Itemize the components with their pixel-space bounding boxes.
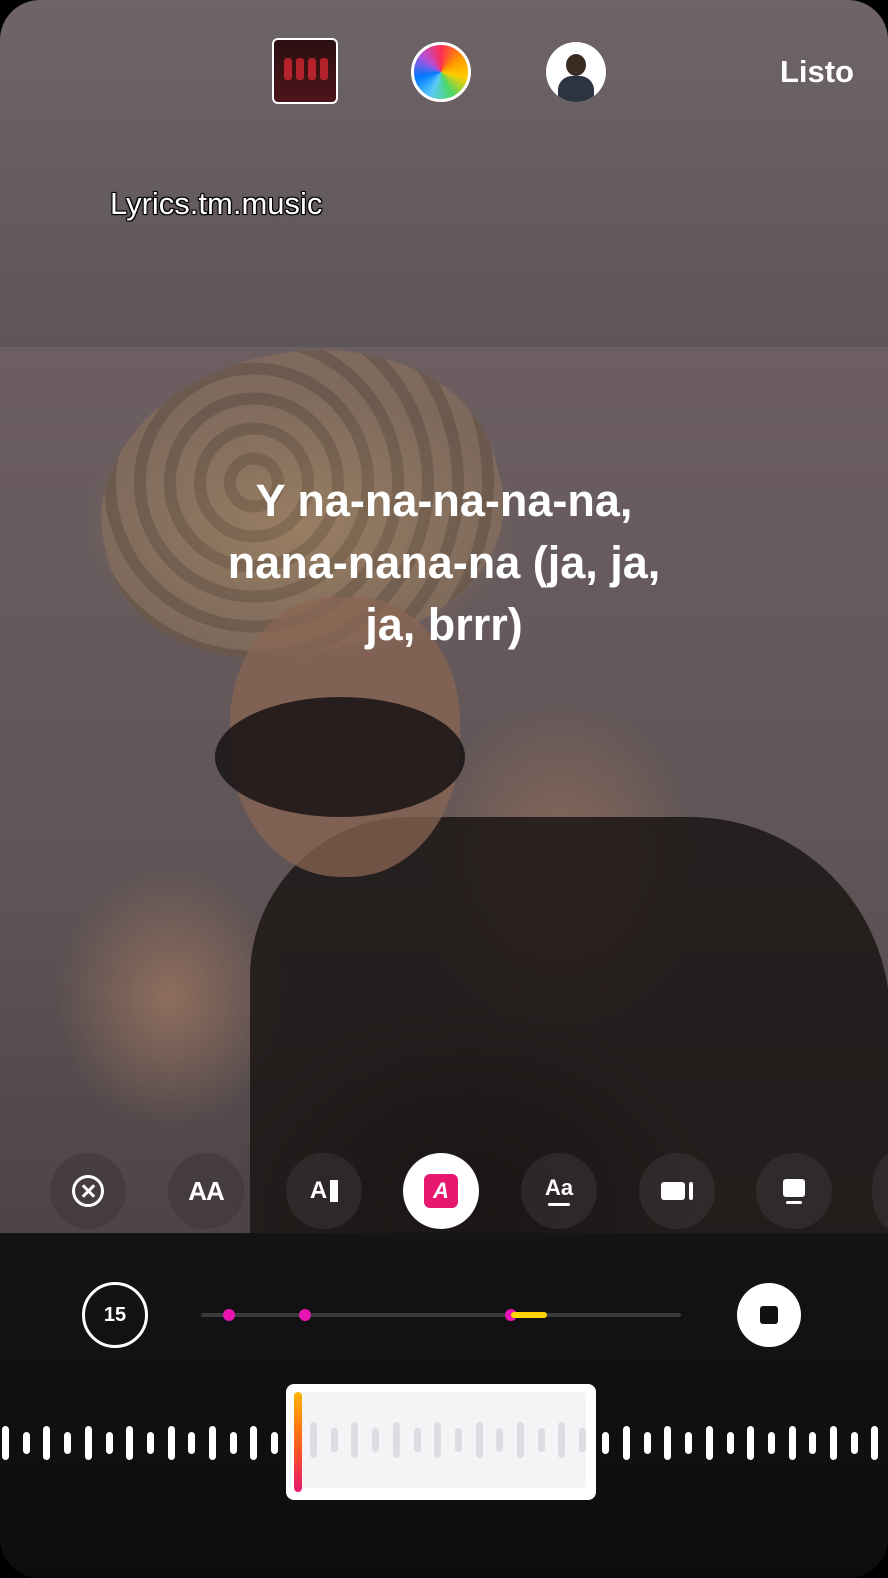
album-art-figure <box>320 58 328 80</box>
selector-waveform-bar <box>434 1422 442 1458</box>
waveform-bar <box>84 1426 92 1460</box>
waveform-bar <box>167 1426 175 1460</box>
credit-text[interactable]: Lyrics.tm.music <box>110 186 322 222</box>
ai-text-button[interactable]: A <box>286 1153 362 1229</box>
waveform-bar <box>271 1432 279 1454</box>
card-icon <box>783 1178 805 1204</box>
selector-waveform-bar <box>558 1422 566 1458</box>
waveform-bar <box>146 1432 154 1454</box>
video-icon-tab <box>689 1182 693 1200</box>
ai-text-bar <box>330 1180 339 1202</box>
selector-waveform-bar <box>517 1422 524 1458</box>
story-editor-screen: Listo Lyrics.tm.music Y na-na-na-na-na, … <box>0 0 888 1578</box>
album-art-figure <box>308 58 316 80</box>
text-style-button[interactable]: A <box>403 1153 479 1229</box>
clip-selector-waveform <box>296 1392 586 1488</box>
lyrics-line-3: ja, brrr) <box>365 599 523 650</box>
waveform-bar <box>229 1432 237 1454</box>
selector-waveform-bar <box>496 1428 504 1452</box>
lyrics-line-1: Y na-na-na-na-na, <box>255 475 633 526</box>
waveform-bar <box>664 1426 672 1460</box>
selector-waveform-bar <box>475 1422 483 1458</box>
selector-waveform-bar <box>392 1422 400 1458</box>
waveform-bar <box>643 1432 651 1454</box>
text-size-button[interactable]: AA <box>168 1153 244 1229</box>
stop-icon <box>760 1306 778 1324</box>
done-button[interactable]: Listo <box>780 54 854 90</box>
color-wheel-icon[interactable] <box>411 42 471 102</box>
clip-selector[interactable] <box>286 1384 596 1500</box>
waveform-bar <box>850 1432 858 1454</box>
close-button[interactable] <box>50 1153 126 1229</box>
avatar-body <box>558 76 594 102</box>
text-style-icon: A <box>424 1174 458 1208</box>
waveform-bar <box>809 1432 817 1454</box>
waveform-bar <box>830 1426 837 1460</box>
timeline-marker[interactable] <box>299 1309 311 1321</box>
close-circle-icon <box>72 1175 104 1207</box>
timeline-marker[interactable] <box>223 1309 235 1321</box>
text-size-icon: AA <box>188 1175 225 1206</box>
lyrics-text[interactable]: Y na-na-na-na-na, nana-nana-na (ja, ja, … <box>120 470 768 656</box>
selector-waveform-bar <box>351 1422 359 1458</box>
album-art-figure <box>284 58 292 80</box>
waveform-bar <box>602 1432 610 1454</box>
font-button[interactable]: Aa <box>521 1153 597 1229</box>
clip-start-handle[interactable] <box>294 1392 302 1492</box>
album-art-figure <box>296 58 304 80</box>
selector-waveform-bar <box>310 1422 317 1458</box>
card-icon-box <box>783 1178 805 1197</box>
avatar[interactable] <box>546 42 606 102</box>
video-icon-box <box>661 1182 685 1200</box>
card-icon-line <box>786 1200 802 1204</box>
ai-text-letter: A <box>309 1177 328 1204</box>
waveform-bar <box>705 1426 713 1460</box>
album-cover-button[interactable] <box>272 38 338 104</box>
waveform-bar <box>22 1432 30 1454</box>
waveform-bar <box>188 1432 196 1454</box>
photo-glasses <box>215 697 465 817</box>
lyrics-timeline[interactable] <box>201 1309 681 1321</box>
font-icon: Aa <box>544 1174 574 1206</box>
font-underline <box>548 1202 570 1206</box>
selector-waveform-bar <box>372 1428 380 1452</box>
stop-button[interactable] <box>737 1283 801 1347</box>
waveform-bar <box>2 1426 9 1460</box>
font-label: Aa <box>544 1174 574 1200</box>
selector-waveform-bar <box>413 1428 421 1452</box>
ai-text-icon: A <box>309 1177 339 1205</box>
waveform-bar <box>64 1432 72 1454</box>
waveform-bar <box>788 1426 796 1460</box>
timeline-progress <box>511 1312 547 1318</box>
waveform-bar <box>126 1426 134 1460</box>
selector-waveform-bar <box>454 1428 462 1452</box>
waveform-bar <box>871 1426 879 1460</box>
selector-waveform-bar <box>537 1428 545 1452</box>
waveform-bar <box>685 1432 693 1454</box>
lyrics-line-2: nana-nana-na (ja, ja, <box>227 537 661 588</box>
waveform-bar <box>623 1426 630 1460</box>
avatar-head <box>566 54 586 76</box>
card-button[interactable] <box>756 1153 832 1229</box>
video-icon <box>661 1182 693 1200</box>
waveform-bar <box>43 1426 51 1460</box>
waveform-bar <box>767 1432 775 1454</box>
waveform-bar <box>250 1426 258 1460</box>
video-button[interactable] <box>639 1153 715 1229</box>
skip-15-button[interactable]: 15 <box>82 1282 148 1348</box>
waveform-bar <box>726 1432 734 1454</box>
selector-waveform-bar <box>579 1428 586 1452</box>
waveform-bar <box>105 1432 113 1454</box>
waveform-bar <box>209 1426 216 1460</box>
selector-waveform-bar <box>330 1428 338 1452</box>
waveform-bar <box>747 1426 755 1460</box>
